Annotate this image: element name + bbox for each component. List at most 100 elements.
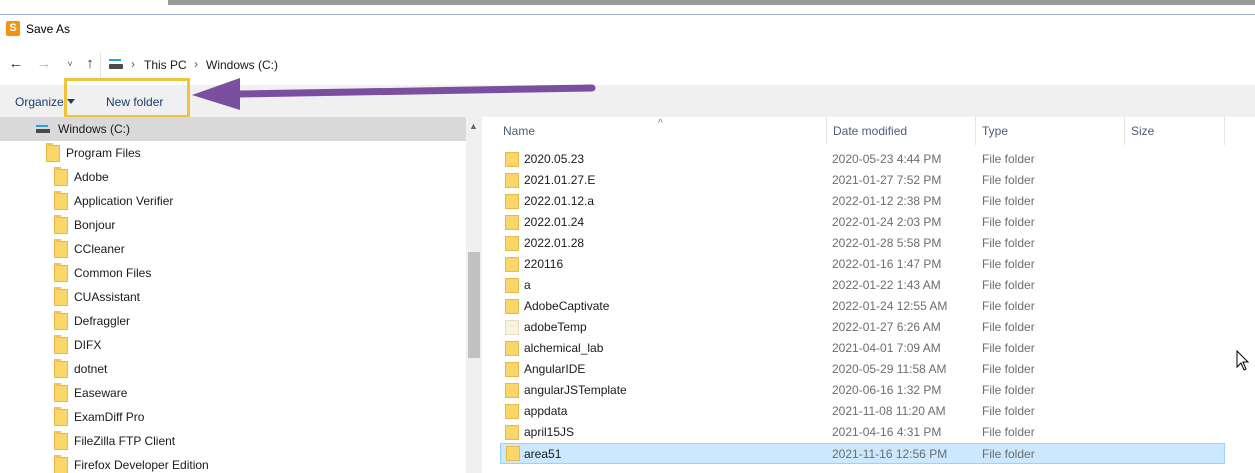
file-type: File folder [982, 152, 1035, 166]
folder-icon [54, 431, 68, 450]
mouse-cursor-icon [1236, 350, 1250, 371]
folder-icon [505, 320, 519, 335]
file-name: 2022.01.24 [524, 215, 585, 229]
tree-item-label: Program Files [66, 146, 141, 160]
file-name: a [524, 278, 531, 292]
folder-icon [54, 263, 68, 282]
file-row[interactable]: AdobeCaptivate 2022-01-24 12:55 AM File fo… [500, 296, 1225, 317]
tree-item-label: Application Verifier [74, 194, 174, 208]
drive-icon [109, 59, 123, 70]
file-row[interactable]: adobeTemp 2022-01-27 6:26 AM File folder [500, 317, 1225, 338]
file-type: File folder [982, 425, 1035, 439]
file-type: File folder [982, 173, 1035, 187]
tree-item-label: CCleaner [74, 242, 125, 256]
folder-icon [505, 257, 519, 272]
tree-item[interactable]: CCleaner [0, 237, 466, 261]
file-date: 2022-01-12 2:38 PM [832, 194, 942, 208]
file-date: 2021-04-01 7:09 AM [832, 341, 941, 355]
file-row[interactable]: AngularIDE 2020-05-29 11:58 AM File folder [500, 359, 1225, 380]
file-row[interactable]: 2022.01.28 2022-01-28 5:58 PM File folder [500, 233, 1225, 254]
file-name: april15JS [524, 425, 575, 439]
breadcrumb-windows-c[interactable]: Windows (C:) [206, 58, 278, 72]
file-date: 2021-04-16 4:31 PM [832, 425, 942, 439]
folder-icon [54, 383, 68, 402]
app-icon: S [6, 21, 20, 36]
file-name: AdobeCaptivate [524, 299, 610, 313]
save-as-dialog: S Save As ← → ˅ ↑ › This PC › Windows (C… [0, 0, 1255, 473]
file-type: File folder [982, 341, 1035, 355]
folder-icon [54, 335, 68, 354]
background-strip [0, 0, 1255, 6]
file-row[interactable]: 220116 2022-01-16 1:47 PM File folder [500, 254, 1225, 275]
file-type: File folder [982, 194, 1035, 208]
file-name: area51 [524, 447, 562, 461]
file-name: 2022.01.28 [524, 236, 585, 250]
folder-icon [46, 143, 60, 162]
tree-item[interactable]: Defraggler [0, 309, 466, 333]
tree-item[interactable]: Program Files [0, 141, 466, 165]
navigation-scrollbar[interactable]: ▲ [466, 117, 482, 473]
file-type: File folder [982, 362, 1035, 376]
folder-icon [505, 383, 519, 398]
folder-icon [505, 362, 519, 377]
tree-item[interactable]: Bonjour [0, 213, 466, 237]
recent-locations-chevron-icon[interactable]: ˅ [62, 56, 78, 72]
tree-item-windows-c[interactable]: Windows (C:) [0, 117, 466, 141]
folder-icon [505, 404, 519, 419]
tree-item[interactable]: ExamDiff Pro [0, 405, 466, 429]
title-bar: S Save As [0, 15, 1255, 47]
organize-button[interactable]: Organize [15, 95, 64, 109]
file-row[interactable]: appdata 2021-11-08 11:20 AM File folder [500, 401, 1225, 422]
tree-item[interactable]: dotnet [0, 357, 466, 381]
file-row[interactable]: area51 2021-11-16 12:56 PM File folder [500, 443, 1225, 464]
tree-item-label: FileZilla FTP Client [74, 434, 176, 448]
folder-icon [54, 239, 68, 258]
file-row[interactable]: 2022.01.24 2022-01-24 2:03 PM File folder [500, 212, 1225, 233]
tree-item-label: Easeware [74, 386, 128, 400]
address-field[interactable]: › This PC › Windows (C:) [100, 52, 1255, 78]
tree-item[interactable]: CUAssistant [0, 285, 466, 309]
scroll-up-icon[interactable]: ▲ [469, 121, 478, 131]
file-name: 2021.01.27.E [524, 173, 596, 187]
file-row[interactable]: angularJSTemplate 2020-06-16 1:32 PM File … [500, 380, 1225, 401]
back-arrow-icon[interactable]: ← [8, 56, 24, 72]
breadcrumb-separator-icon: › [194, 57, 198, 71]
file-type: File folder [982, 447, 1035, 461]
column-header-date[interactable]: Date modified [827, 117, 976, 145]
tree-item-label: Adobe [74, 170, 109, 184]
folder-icon [54, 455, 68, 473]
tree-item[interactable]: Firefox Developer Edition [0, 453, 466, 473]
file-type: File folder [982, 278, 1035, 292]
scrollbar-thumb[interactable] [468, 252, 480, 358]
up-arrow-icon[interactable]: ↑ [82, 56, 98, 72]
file-row[interactable]: 2020.05.23 2020-05-23 4:44 PM File folder [500, 149, 1225, 170]
sort-ascending-icon: ^ [658, 118, 663, 129]
breadcrumb-this-pc[interactable]: This PC [144, 58, 187, 72]
folder-icon [54, 407, 68, 426]
folder-icon [505, 425, 519, 440]
tree-item[interactable]: FileZilla FTP Client [0, 429, 466, 453]
tree-item-label: Windows (C:) [58, 122, 131, 136]
tree-item[interactable]: Application Verifier [0, 189, 466, 213]
file-row[interactable]: 2022.01.12.a 2022-01-12 2:38 PM File folde… [500, 191, 1225, 212]
file-row[interactable]: alchemical_lab 2021-04-01 7:09 AM File fol… [500, 338, 1225, 359]
column-header-size[interactable]: Size [1125, 117, 1225, 145]
column-header-type[interactable]: Type [976, 117, 1125, 145]
file-row[interactable]: april15JS 2021-04-16 4:31 PM File folder [500, 422, 1225, 443]
file-type: File folder [982, 404, 1035, 418]
file-date: 2021-11-16 12:56 PM [832, 447, 948, 461]
tree-item[interactable]: Common Files [0, 261, 466, 285]
folder-icon [54, 215, 68, 234]
tree-item[interactable]: Adobe [0, 165, 466, 189]
file-name: alchemical_lab [524, 341, 604, 355]
file-row[interactable]: 2021.01.27.E 2021-01-27 7:52 PM File folde… [500, 170, 1225, 191]
forward-arrow-icon[interactable]: → [36, 56, 52, 72]
file-type: File folder [982, 383, 1035, 397]
file-type: File folder [982, 236, 1035, 250]
file-date: 2022-01-16 1:47 PM [832, 257, 942, 271]
tree-item[interactable]: Easeware [0, 381, 466, 405]
file-row[interactable]: a 2022-01-22 1:43 AM File folder [500, 275, 1225, 296]
tree-item[interactable]: DIFX [0, 333, 466, 357]
folder-icon [505, 278, 519, 293]
folder-icon [505, 236, 519, 251]
